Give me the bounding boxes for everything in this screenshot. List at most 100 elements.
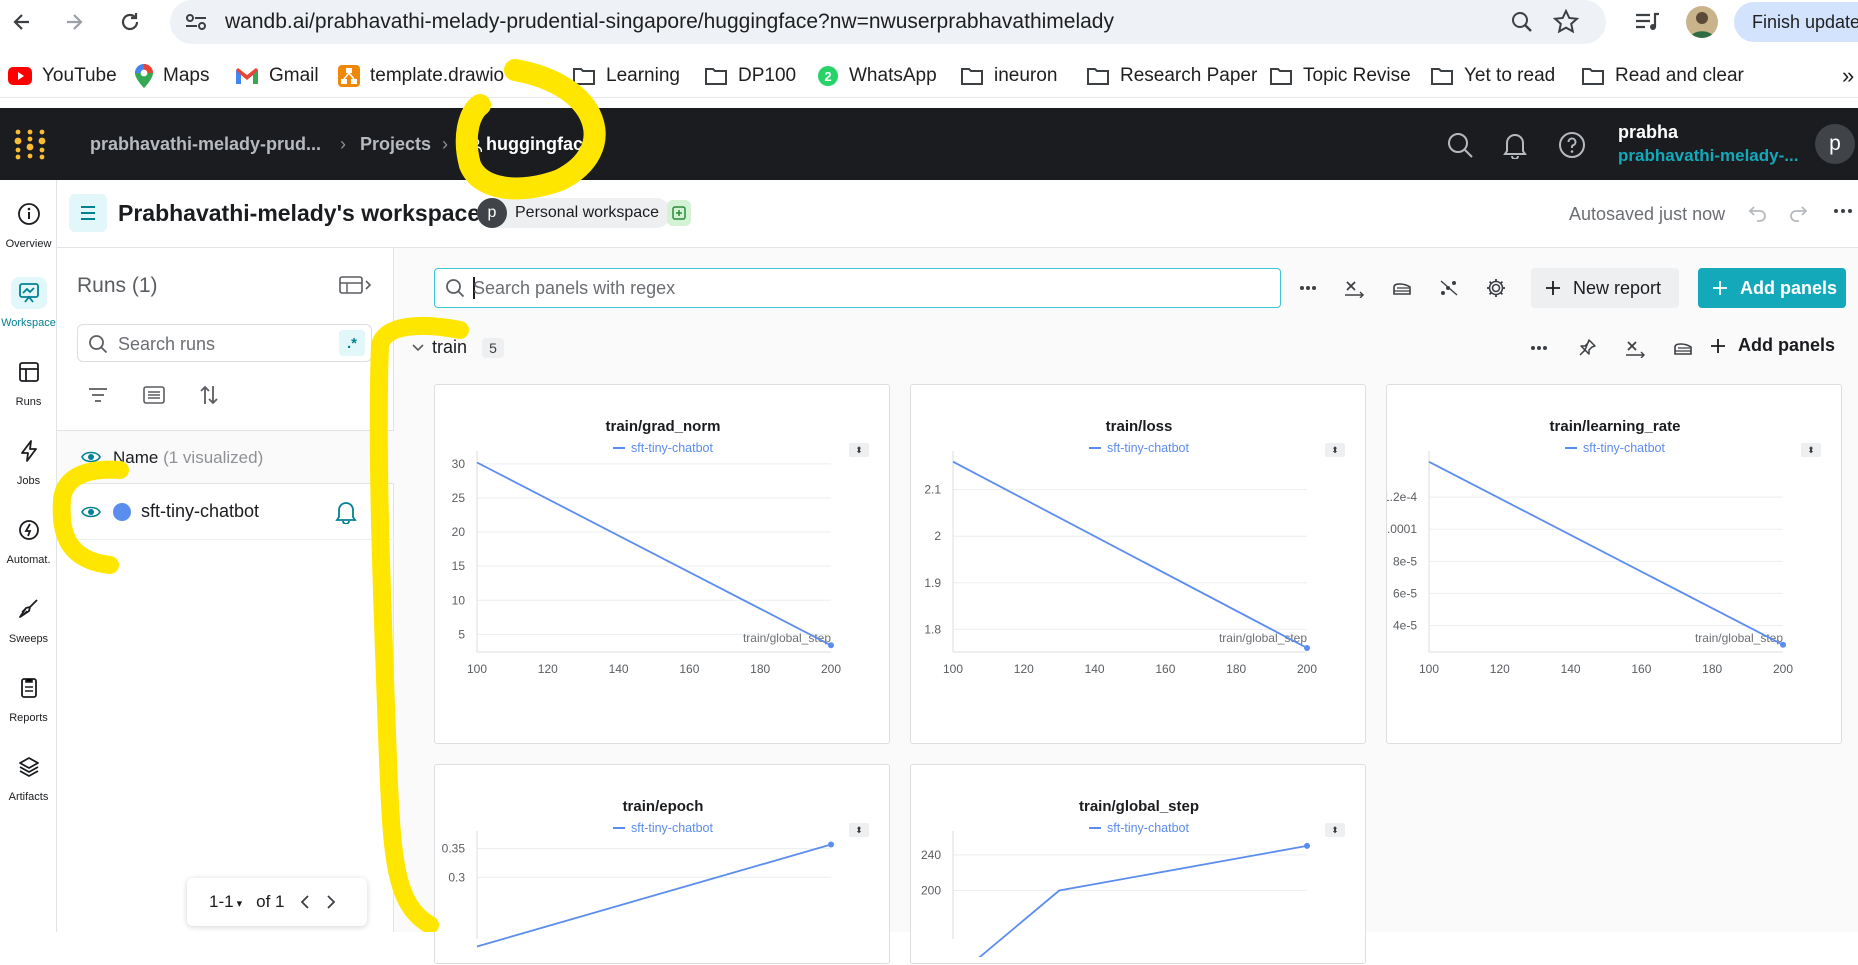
new-report-button[interactable]: New report — [1531, 268, 1679, 308]
bookmark-folder-research-paper[interactable]: Research Paper — [1086, 62, 1257, 90]
y-tick-label: 2.1 — [924, 483, 941, 497]
smoothing-icon[interactable] — [1387, 273, 1417, 303]
more-options-icon[interactable] — [1524, 333, 1554, 363]
chart-panel-loss[interactable]: train/loss sft-tiny-chatbot ⬍ 1.8 1.9 2 2.1… — [910, 384, 1366, 744]
forward-icon[interactable] — [58, 6, 90, 38]
reload-icon[interactable] — [114, 6, 146, 38]
whatsapp-icon: 2 — [817, 65, 839, 87]
regex-toggle[interactable]: .* — [339, 330, 365, 356]
smoothing-icon[interactable] — [1668, 333, 1698, 363]
page-title: Prabhavathi-melady's workspace — [118, 200, 481, 226]
toggle-runs-panel-button[interactable] — [69, 194, 107, 232]
bookmarks-overflow-button[interactable]: » — [1842, 62, 1854, 90]
bookmark-folder-learning[interactable]: Learning — [572, 62, 680, 90]
search-panels-input[interactable]: Search panels with regex — [434, 268, 1281, 308]
data-point — [828, 841, 834, 848]
star-icon[interactable] — [1553, 9, 1579, 35]
top-navigation: prabhavathi-melady-prud... › Projects › … — [0, 108, 1858, 180]
more-options-icon[interactable] — [1833, 208, 1853, 214]
rail-item-sweeps[interactable]: Sweeps — [0, 583, 57, 655]
panel-section-header[interactable]: train 5 Add panels — [394, 328, 1858, 368]
chart-panel-global-step[interactable]: train/global_step sft-tiny-chatbot ⬍ 200… — [910, 764, 1366, 964]
name-column-header[interactable]: Name (1 visualized) — [113, 448, 263, 468]
chart-panel-grad-norm[interactable]: train/grad_norm sft-tiny-chatbot ⬍ 5 10 15… — [434, 384, 890, 744]
panels-area: Search panels with regex New report Add … — [394, 248, 1858, 964]
x-axis-icon[interactable] — [1620, 333, 1650, 363]
user-org[interactable]: prabhavathi-melady-... — [1618, 146, 1798, 166]
gear-icon[interactable] — [1481, 273, 1511, 303]
bookmark-youtube[interactable]: YouTube — [8, 62, 117, 90]
rail-item-workspace[interactable]: Workspace — [0, 267, 57, 339]
user-name[interactable]: prabha — [1618, 122, 1678, 143]
info-icon — [11, 198, 47, 230]
chart-panel-learning-rate[interactable]: train/learning_rate sft-tiny-chatbot ⬍ 4… — [1386, 384, 1842, 744]
rail-item-automations[interactable]: Automat. — [0, 504, 57, 576]
run-name[interactable]: sft-tiny-chatbot — [141, 501, 259, 522]
rail-item-jobs[interactable]: Jobs — [0, 425, 57, 497]
chart-panel-epoch[interactable]: train/epoch sft-tiny-chatbot ⬍ 0.3 0.35 — [434, 764, 890, 964]
breadcrumb-project[interactable]: huggingface — [486, 134, 593, 155]
gmail-icon — [235, 67, 259, 85]
site-settings-icon[interactable] — [184, 11, 208, 33]
rail-item-runs[interactable]: Runs — [0, 346, 57, 418]
bookmark-drawio[interactable]: template.drawio - d... — [338, 62, 547, 90]
saved-view-icon[interactable] — [667, 200, 691, 226]
bookmark-folder-read-and-clear[interactable]: Read and clear — [1581, 62, 1744, 90]
bell-icon[interactable] — [335, 500, 357, 524]
section-name: train — [432, 337, 468, 357]
wandb-logo-icon[interactable] — [12, 128, 48, 160]
add-panels-section-button[interactable]: Add panels — [1710, 335, 1835, 356]
eye-icon[interactable] — [81, 449, 101, 465]
bookmark-whatsapp[interactable]: 2 WhatsApp — [817, 62, 937, 90]
bookmark-gmail[interactable]: Gmail — [235, 62, 319, 90]
profile-avatar-icon[interactable] — [1686, 6, 1718, 38]
x-axis-icon[interactable] — [1339, 273, 1369, 303]
finish-update-button[interactable]: Finish update — [1734, 2, 1858, 42]
x-tick-label: 180 — [750, 662, 770, 676]
chevron-left-icon[interactable] — [299, 894, 311, 910]
page-range-select[interactable]: 1-1 ▾ — [209, 892, 242, 912]
x-tick-label: 160 — [679, 662, 699, 676]
media-control-icon[interactable] — [1634, 10, 1660, 34]
filter-icon[interactable] — [87, 386, 109, 404]
search-runs-input[interactable]: Search runs .* — [77, 324, 372, 362]
rail-item-overview[interactable]: Overview — [0, 188, 57, 260]
folder-icon — [1430, 66, 1454, 86]
rail-item-artifacts[interactable]: Artifacts — [0, 741, 57, 813]
run-color-dot[interactable] — [113, 503, 131, 521]
address-bar[interactable]: wandb.ai/prabhavathi-melady-prudential-s… — [170, 0, 1606, 44]
folder-icon — [704, 66, 728, 86]
bookmark-maps[interactable]: Maps — [135, 62, 209, 90]
outliers-icon[interactable] — [1434, 273, 1464, 303]
bookmark-folder-topic-revise[interactable]: Topic Revise — [1269, 62, 1411, 90]
pin-icon[interactable] — [1572, 333, 1602, 363]
help-icon[interactable] — [1558, 131, 1586, 159]
redo-icon[interactable] — [1787, 202, 1809, 224]
expand-runs-table-icon[interactable] — [339, 275, 373, 295]
back-icon[interactable] — [6, 6, 38, 38]
youtube-icon — [8, 67, 32, 85]
automation-icon — [11, 514, 47, 546]
search-icon[interactable] — [1446, 131, 1474, 159]
chevron-right-icon[interactable] — [325, 894, 337, 910]
avatar[interactable]: p — [1815, 124, 1855, 164]
zoom-icon[interactable] — [1510, 10, 1534, 34]
table-icon — [11, 356, 47, 388]
breadcrumb-projects[interactable]: Projects — [360, 134, 431, 155]
bell-icon[interactable] — [1502, 131, 1528, 159]
eye-icon[interactable] — [81, 504, 101, 520]
table-row[interactable]: sft-tiny-chatbot — [57, 484, 394, 540]
more-options-icon[interactable] — [1293, 273, 1323, 303]
group-icon[interactable] — [142, 385, 166, 405]
rail-item-reports[interactable]: Reports — [0, 662, 57, 734]
bookmark-folder-dp100[interactable]: DP100 — [704, 62, 796, 90]
undo-icon[interactable] — [1747, 202, 1769, 224]
bookmark-folder-yet-to-read[interactable]: Yet to read — [1430, 62, 1555, 90]
sort-icon[interactable] — [199, 384, 219, 406]
workspace-type-badge[interactable]: p Personal workspace — [477, 198, 672, 228]
add-panels-button[interactable]: Add panels — [1698, 268, 1846, 308]
workspace-header: Prabhavathi-melady's workspace p Persona… — [57, 180, 1858, 248]
breadcrumb-org[interactable]: prabhavathi-melady-prud... — [90, 134, 321, 155]
chevron-down-icon[interactable] — [412, 344, 424, 352]
bookmark-folder-ineuron[interactable]: ineuron — [960, 62, 1057, 90]
